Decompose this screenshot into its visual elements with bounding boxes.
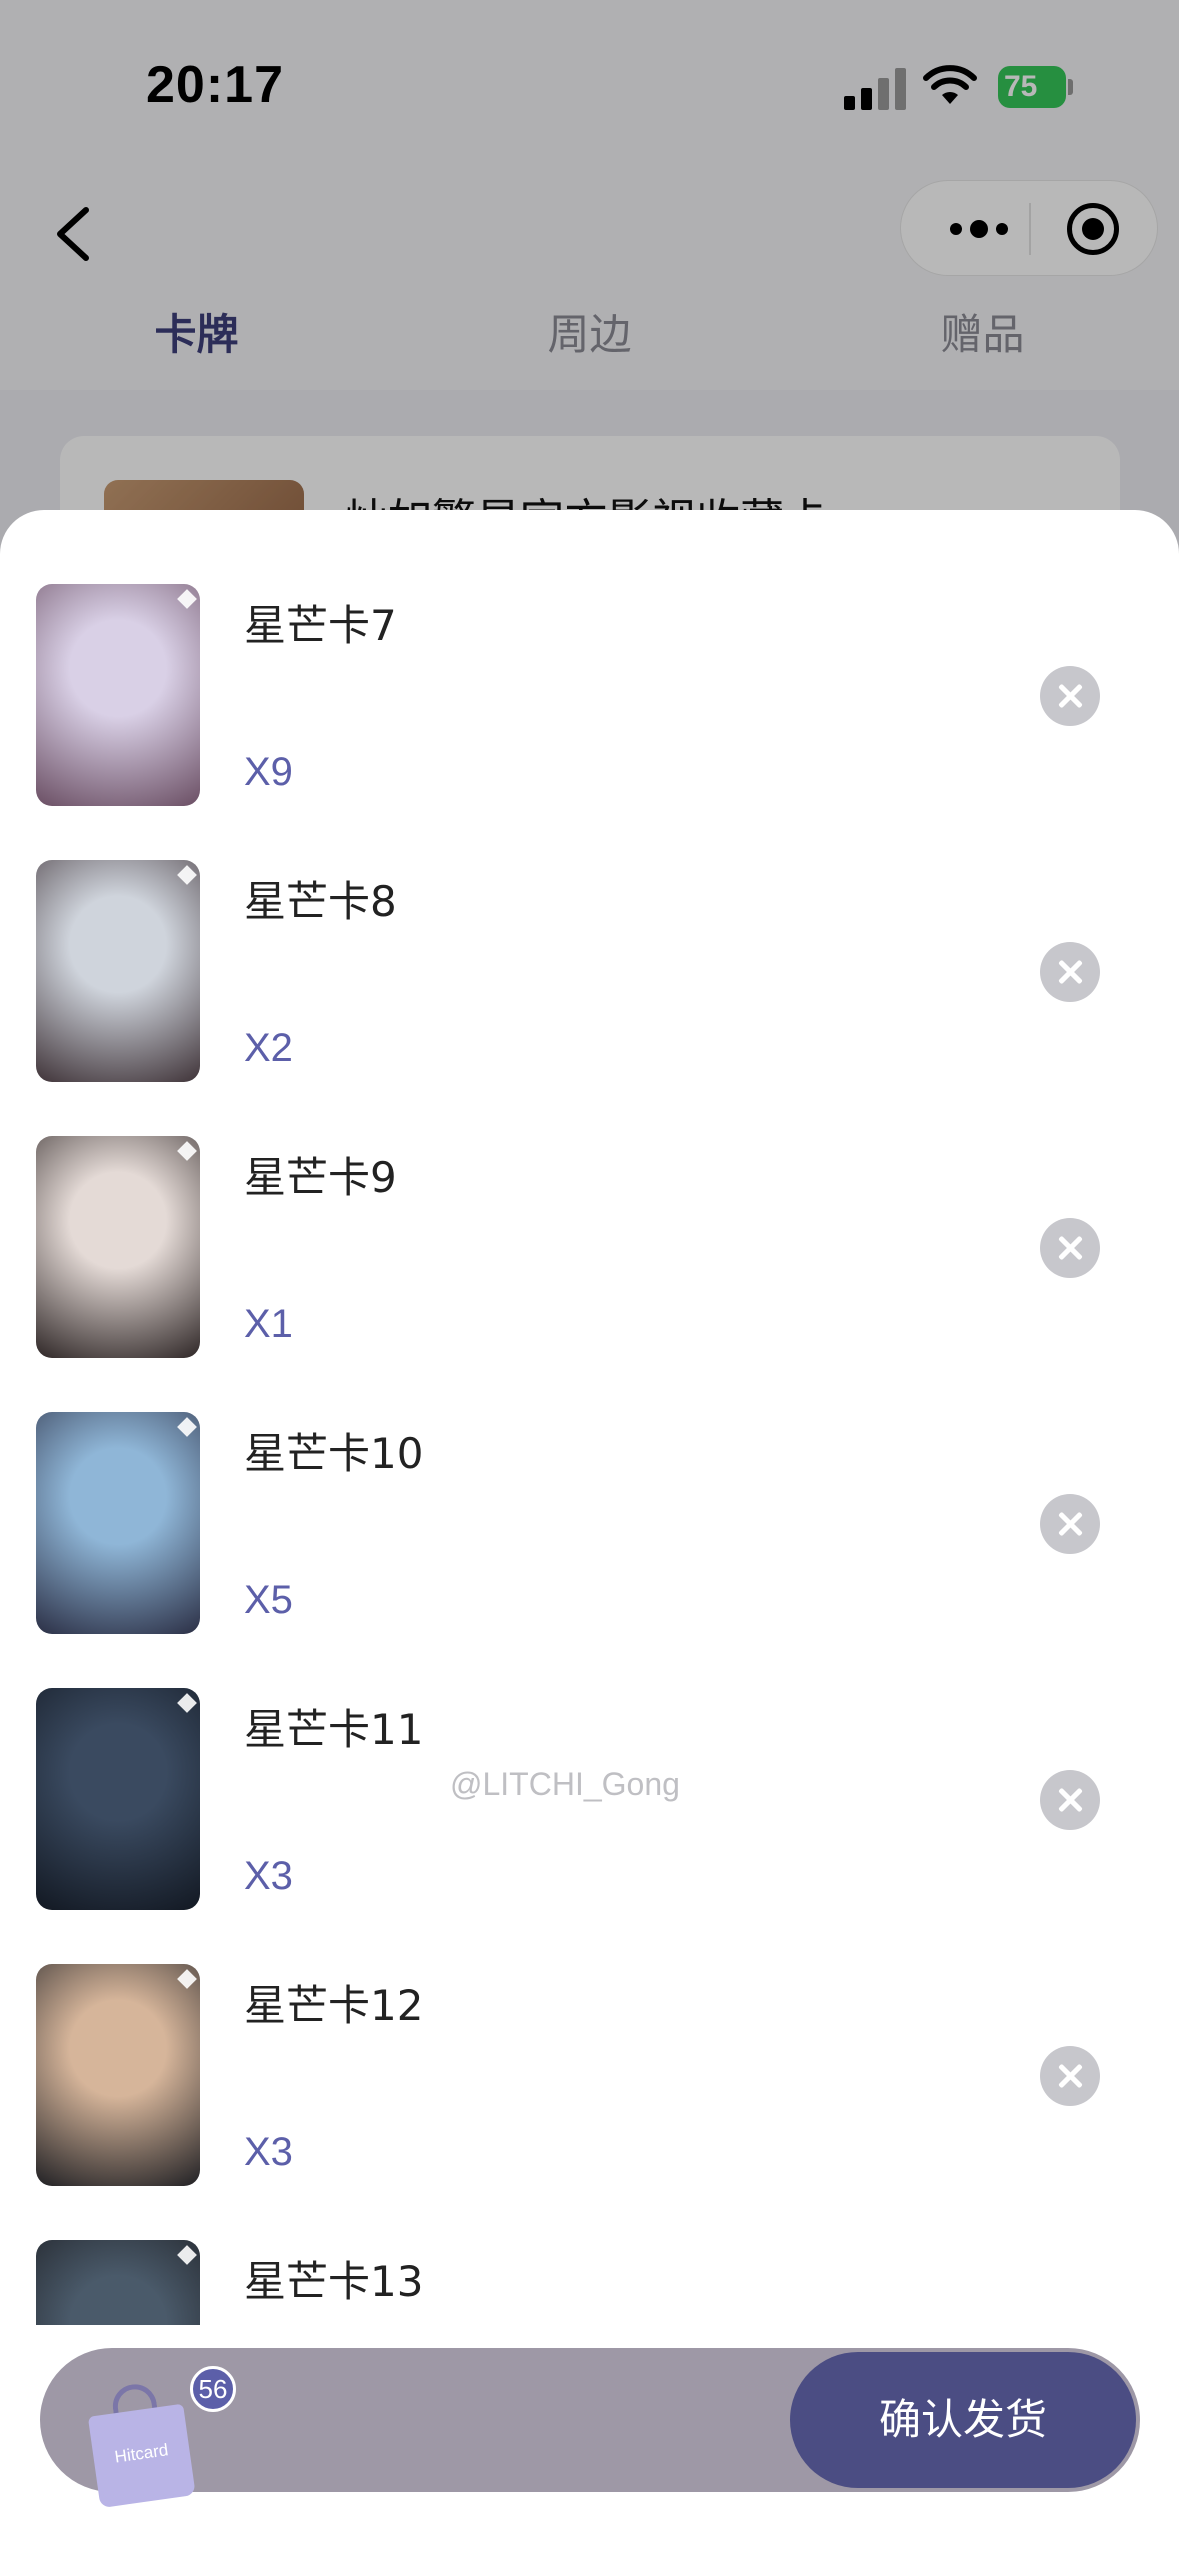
remove-icon[interactable] [1040,1218,1100,1278]
card-thumbnail [36,2240,200,2325]
card-name: 星芒卡10 [244,1429,424,1478]
cart-count-badge: 56 [190,2366,236,2412]
list-item: 星芒卡8 X2 [0,786,1179,1082]
card-name: 星芒卡12 [244,1981,424,2030]
cart-action-bar: Hitcard 56 确认发货 [40,2348,1140,2509]
list-item: 星芒卡12 X3 [0,1890,1179,2186]
card-thumbnail [36,1964,200,2186]
remove-icon[interactable] [1040,666,1100,726]
confirm-shipment-button[interactable]: 确认发货 [790,2352,1136,2488]
list-item: 星芒卡10 X5 [0,1338,1179,1634]
card-name: 星芒卡13 [244,2257,424,2306]
card-thumbnail [36,860,200,1082]
list-item: 星芒卡11 X3 [0,1614,1179,1910]
selected-cards-list[interactable]: 星芒卡7 X9 星芒卡8 X2 星芒卡9 X1 星芒卡10 X5 星芒卡11 X… [0,510,1179,2325]
card-name: 星芒卡11 [244,1705,424,1754]
list-item: 星芒卡9 X1 [0,1062,1179,1358]
remove-icon[interactable] [1040,1770,1100,1830]
selected-cards-sheet: 星芒卡7 X9 星芒卡8 X2 星芒卡9 X1 星芒卡10 X5 星芒卡11 X… [0,510,1179,2556]
shopping-bag-icon[interactable]: Hitcard [84,2378,196,2509]
list-item: 星芒卡13 [0,2166,1179,2325]
card-name: 星芒卡7 [244,601,397,650]
card-thumbnail [36,1136,200,1358]
list-item: 星芒卡7 X9 [0,510,1179,806]
card-thumbnail [36,1688,200,1910]
remove-icon[interactable] [1040,2046,1100,2106]
watermark: @LITCHI_Gong [450,1766,680,1802]
card-name: 星芒卡8 [244,877,397,926]
card-name: 星芒卡9 [244,1153,397,1202]
remove-icon[interactable] [1040,942,1100,1002]
card-thumbnail [36,1412,200,1634]
remove-icon[interactable] [1040,1494,1100,1554]
card-thumbnail [36,584,200,806]
